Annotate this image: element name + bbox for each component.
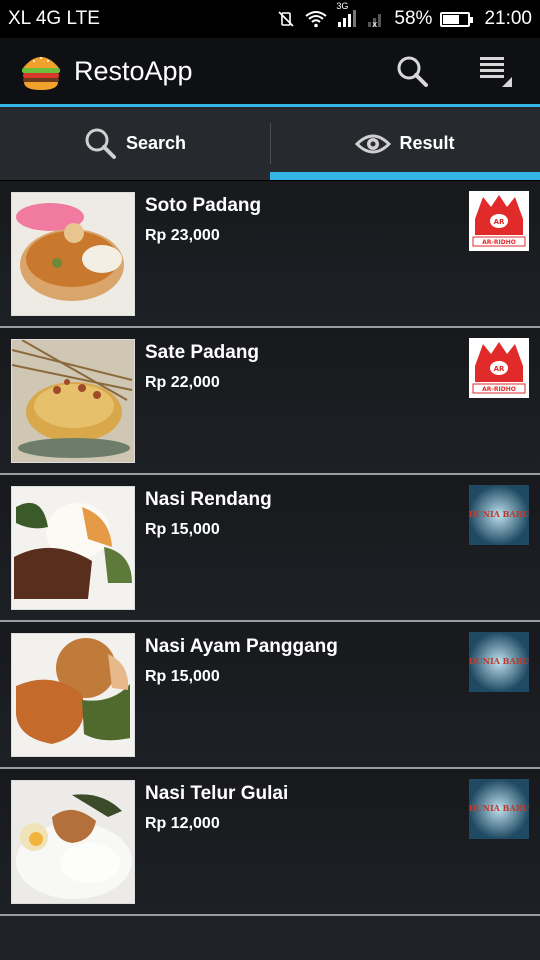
svg-text:AR: AR (494, 365, 505, 373)
battery-fill (443, 14, 459, 24)
network-type-label: 3G (336, 1, 349, 11)
list-item[interactable]: Soto Padang Rp 23,000 AR AR-RIDHO (0, 181, 540, 328)
svg-text:x: x (372, 20, 378, 28)
food-thumbnail (11, 633, 135, 757)
result-list: Soto Padang Rp 23,000 AR AR-RIDHO Sate Pa… (0, 181, 540, 916)
battery-icon (440, 11, 474, 27)
restaurant-logo: AR AR-RIDHO (469, 338, 529, 398)
food-thumbnail (11, 486, 135, 610)
restaurant-logo: DUNIA BARU (469, 779, 529, 839)
status-bar: XL 4G LTE 3G x 58% 21:00 (0, 0, 540, 38)
battery-percent: 58% (394, 8, 433, 29)
vibrate-off-icon (276, 9, 296, 29)
restaurant-logo-text: DUNIA BARU (469, 656, 529, 666)
food-thumbnail (11, 339, 135, 463)
eye-icon (355, 134, 392, 153)
restaurant-logo-text: DUNIA BARU (469, 803, 529, 813)
action-bar: RestoApp (0, 38, 540, 107)
carrier-label: XL 4G LTE (8, 8, 100, 29)
tab-bar: Search Result (0, 107, 540, 181)
restaurant-logo-text: AR-RIDHO (482, 386, 516, 393)
food-thumbnail (11, 192, 135, 316)
restaurant-logo-text: DUNIA BARU (469, 509, 529, 519)
tab-result-label: Result (399, 133, 455, 153)
search-icon (85, 128, 116, 159)
app-title: RestoApp (74, 55, 193, 86)
signal-3g-icon: 3G (336, 1, 358, 28)
food-thumbnail (11, 780, 135, 904)
tab-result[interactable]: Result (270, 107, 540, 180)
tab-search[interactable]: Search (0, 107, 270, 180)
restaurant-logo-text: AR-RIDHO (482, 239, 516, 246)
restaurant-logo: DUNIA BARU (469, 632, 529, 692)
overflow-menu-button[interactable] (472, 47, 520, 95)
wifi-icon (304, 10, 328, 28)
svg-text:AR: AR (494, 218, 505, 226)
list-item[interactable]: Nasi Telur Gulai Rp 12,000 DUNIA BARU (0, 769, 540, 916)
tab-search-label: Search (125, 133, 187, 153)
restaurant-logo: AR AR-RIDHO (469, 191, 529, 251)
signal-no-sim-icon: x (366, 10, 386, 28)
status-icons: 3G x 58% 21:00 (276, 1, 532, 30)
list-item[interactable]: Nasi Ayam Panggang Rp 15,000 DUNIA BARU (0, 622, 540, 769)
search-button[interactable] (388, 47, 436, 95)
burger-icon (20, 50, 62, 92)
search-icon (397, 56, 428, 87)
list-item[interactable]: Nasi Rendang Rp 15,000 DUNIA BARU (0, 475, 540, 622)
menu-icon (480, 57, 512, 87)
restaurant-logo: DUNIA BARU (469, 485, 529, 545)
clock: 21:00 (484, 8, 532, 29)
list-item[interactable]: Sate Padang Rp 22,000 AR AR-RIDHO (0, 328, 540, 475)
